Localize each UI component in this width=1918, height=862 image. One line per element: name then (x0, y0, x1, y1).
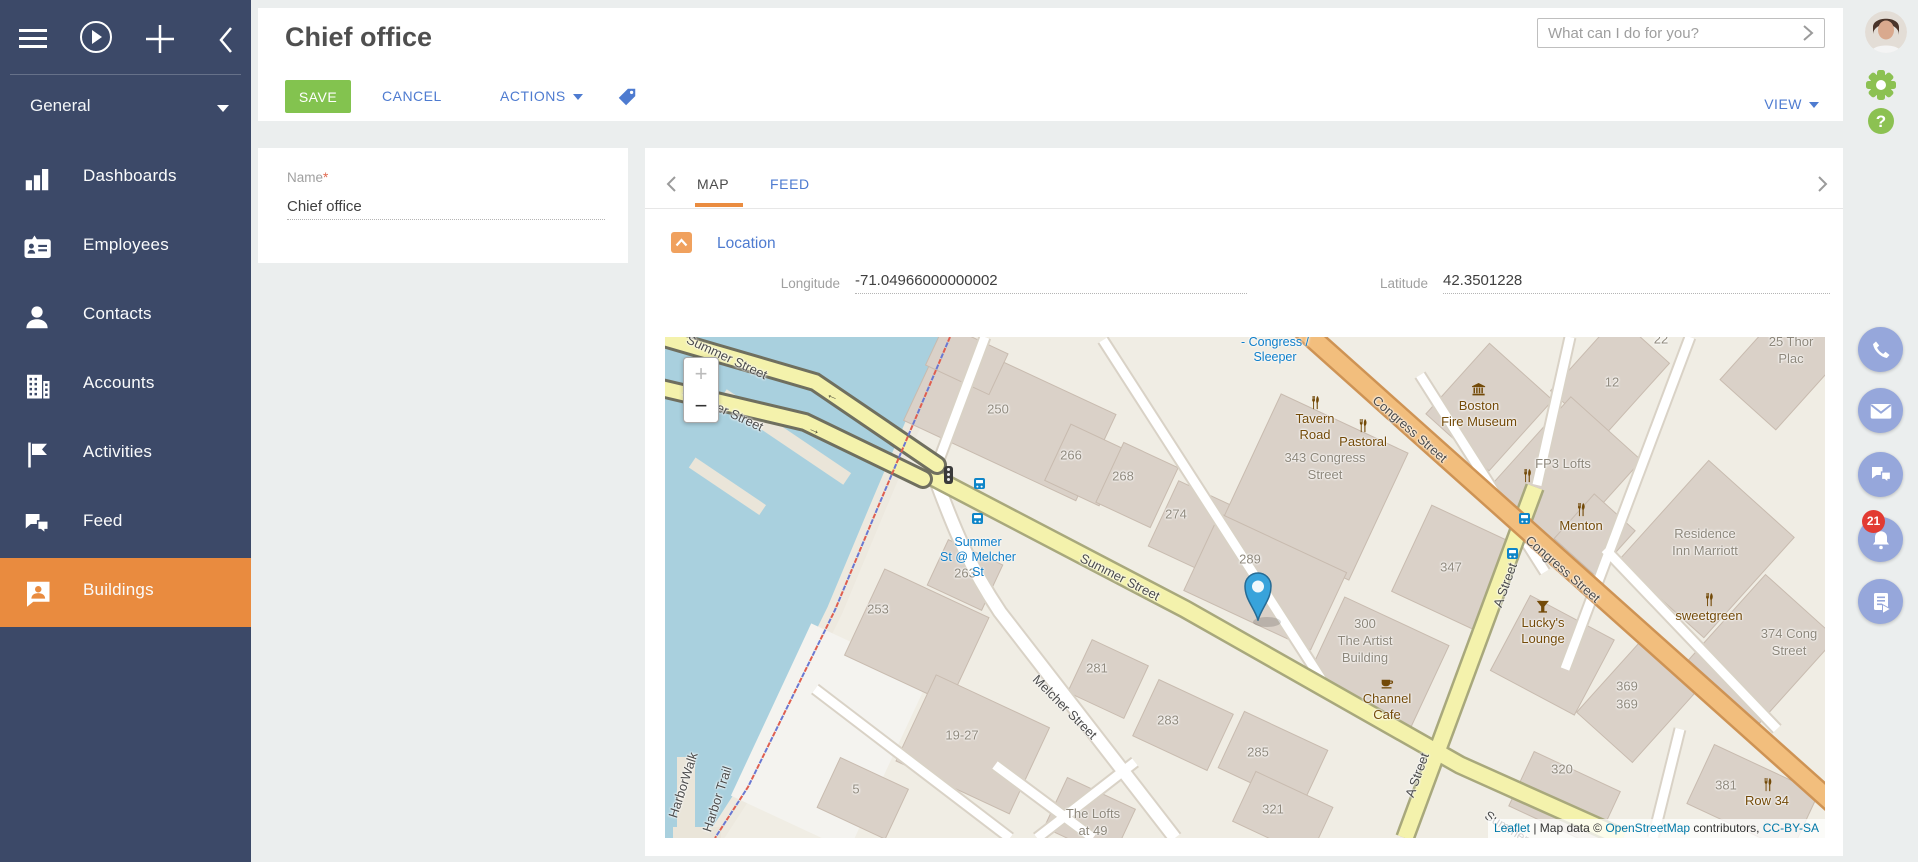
command-line (1537, 18, 1825, 48)
workspace-selector[interactable]: General (0, 88, 251, 126)
record-edit-card: Name* Chief office (258, 148, 628, 263)
collapse-sidebar-icon[interactable] (206, 21, 246, 61)
actions-label: ACTIONS (500, 88, 566, 104)
active-tab-underline (695, 203, 743, 207)
user-avatar[interactable] (1865, 11, 1907, 53)
phone-icon[interactable] (1858, 327, 1903, 372)
person-badge-icon (22, 578, 52, 608)
page-title: Chief office (285, 22, 432, 53)
sidebar-item-label: Accounts (83, 373, 155, 393)
name-field[interactable]: Chief office (287, 198, 605, 220)
svg-text:?: ? (1876, 112, 1886, 131)
longitude-label: Longitude (705, 276, 840, 291)
mail-icon[interactable] (1858, 388, 1903, 433)
sidebar-item-feed[interactable]: Feed (0, 489, 251, 558)
tabs-scroll-right-icon[interactable] (1813, 174, 1833, 196)
collapse-section-icon[interactable] (671, 232, 692, 253)
bar-chart-icon (22, 164, 52, 194)
name-field-label: Name* (287, 170, 328, 185)
map-attribution: Leaflet | Map data © OpenStreetMap contr… (1488, 819, 1825, 838)
chat-bubbles-icon (22, 509, 52, 539)
flag-icon (22, 440, 52, 470)
sidebar-item-label: Dashboards (83, 166, 177, 186)
chat-icon[interactable] (1858, 452, 1903, 497)
sidebar-item-dashboards[interactable]: Dashboards (0, 144, 251, 213)
sidebar-item-buildings[interactable]: Buildings (0, 558, 251, 627)
chevron-down-icon (217, 105, 229, 112)
run-process-icon[interactable] (76, 18, 116, 58)
bell-icon[interactable]: 21 (1858, 517, 1903, 562)
workspace-label: General (30, 96, 90, 116)
zoom-in-button[interactable]: + (684, 358, 718, 390)
map-zoom-control: + − (683, 357, 719, 423)
view-label: VIEW (1764, 96, 1802, 112)
zoom-out-button[interactable]: − (684, 390, 718, 422)
tag-icon[interactable] (616, 86, 638, 108)
add-record-icon[interactable] (140, 20, 180, 60)
sidebar-item-employees[interactable]: Employees (0, 213, 251, 282)
sidebar-item-label: Contacts (83, 304, 152, 324)
chevron-right-icon[interactable] (1796, 22, 1820, 46)
map-marker[interactable] (1241, 569, 1275, 621)
leaflet-link[interactable]: Leaflet (1494, 821, 1530, 835)
required-mark: * (323, 170, 328, 185)
help-icon[interactable]: ? (1867, 107, 1895, 135)
id-card-icon (22, 233, 52, 263)
map[interactable]: Summer StreetSummer StreetSummer StreetS… (665, 337, 1825, 838)
sidebar-item-contacts[interactable]: Contacts (0, 282, 251, 351)
process-log-icon[interactable] (1858, 579, 1903, 624)
sidebar: General Dashboards Employees Contacts (0, 0, 251, 862)
right-rail: ? 21 (1843, 0, 1918, 862)
sidebar-item-label: Buildings (83, 580, 154, 600)
chevron-down-icon (573, 94, 583, 100)
actions-button[interactable]: ACTIONS (500, 80, 583, 113)
longitude-field[interactable]: -71.04966000000002 (855, 272, 1247, 294)
save-button[interactable]: SAVE (285, 80, 351, 113)
sidebar-item-label: Feed (83, 511, 123, 531)
latitude-label: Latitude (1293, 276, 1428, 291)
app-root: General Dashboards Employees Contacts (0, 0, 1918, 862)
tab-feed[interactable]: FEED (770, 176, 810, 192)
building-icon (22, 371, 52, 401)
notification-badge: 21 (1862, 510, 1885, 533)
attribution-text: | Map data © (1530, 821, 1605, 835)
sidebar-item-activities[interactable]: Activities (0, 420, 251, 489)
sidebar-item-label: Employees (83, 235, 169, 255)
tabs-scroll-left-icon[interactable] (661, 174, 681, 196)
page-header: Chief office SAVE CANCEL ACTIONS VIEW (258, 8, 1843, 121)
sidebar-divider (10, 74, 241, 75)
name-label-text: Name (287, 170, 323, 185)
search-input[interactable] (1548, 19, 1788, 47)
cancel-button[interactable]: CANCEL (382, 80, 442, 113)
location-section-title: Location (717, 235, 776, 253)
sidebar-item-label: Activities (83, 442, 152, 462)
view-button[interactable]: VIEW (1764, 88, 1819, 121)
tab-divider (645, 208, 1843, 209)
chevron-down-icon (1809, 102, 1819, 108)
gear-icon[interactable] (1863, 68, 1899, 104)
person-icon (22, 302, 52, 332)
openstreetmap-link[interactable]: OpenStreetMap (1605, 821, 1690, 835)
hamburger-menu-icon[interactable] (14, 20, 54, 60)
latitude-field[interactable]: 42.3501228 (1443, 272, 1830, 294)
sidebar-item-accounts[interactable]: Accounts (0, 351, 251, 420)
attribution-text: contributors, (1690, 821, 1763, 835)
sidebar-toolbar (0, 18, 251, 62)
license-link[interactable]: CC-BY-SA (1763, 821, 1819, 835)
detail-card: MAP FEED Location Longitude -71.04966000… (645, 148, 1843, 856)
tab-map[interactable]: MAP (697, 176, 729, 192)
